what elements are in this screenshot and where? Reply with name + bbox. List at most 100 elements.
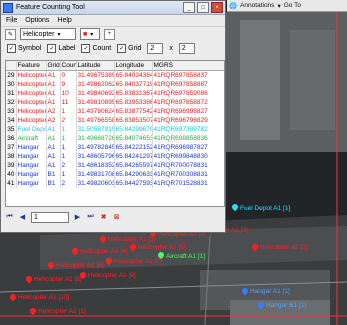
cell-feature: Hangar (16, 170, 47, 179)
row-number: 37 (6, 143, 17, 152)
add-icon[interactable]: + (104, 28, 115, 40)
cell-count: 2 (60, 179, 77, 188)
col-feature[interactable]: Feature (16, 61, 47, 71)
window-title-bar[interactable]: Feature Counting Tool _ □ × (1, 1, 225, 15)
table-navigation: ⏮ ◀ 1 ▶ ⏭ ✖ ⊠ (5, 211, 121, 223)
cell-longitude: 65.84290633 (114, 170, 153, 179)
cell-latitude: 31.49862062 (76, 80, 115, 89)
cell-mgrs: 41RQR697389782 (152, 125, 224, 134)
helicopter-label: Helicopter A1 [1] (108, 236, 156, 243)
cell-mgrs: 41RQR701528831 (152, 179, 224, 188)
color-select[interactable]: ■ ▾ (80, 28, 100, 40)
menu-options[interactable]: Options (25, 17, 49, 24)
cell-mgrs: 41RQR697858887 (152, 80, 224, 89)
table-row[interactable]: 30 Helicopter A1 9 31.49862062 65.84037719 41R… (6, 80, 224, 89)
row-number: 35 (6, 125, 17, 134)
helicopter-label: Helicopter A1 [9] (88, 272, 136, 279)
annotations-button[interactable]: Annotations (240, 2, 274, 9)
menu-file[interactable]: File (6, 17, 17, 24)
first-page-icon[interactable]: ⏮ (5, 213, 14, 222)
helicopter-label: Helicopter A2 [2] (260, 244, 308, 251)
table-row[interactable]: 33 Helicopter A2 1 31.49780624 65.83877542 41R… (6, 107, 224, 116)
feature-select[interactable]: Helicopter ▾ (20, 28, 76, 40)
symbol-checkbox[interactable]: ✓ Symbol (7, 43, 41, 53)
cell-grid: A1 (46, 89, 61, 98)
table-row[interactable]: 35Fuel DepotA1131.5058791565.8429967041R… (6, 125, 224, 134)
table-row[interactable]: 36 Aircraft A1 1 31.49668726 65.84074653 41RQR… (6, 134, 224, 143)
check-icon: ✓ (81, 43, 91, 53)
helicopter-label: Helicopter A1 [6] (56, 262, 104, 269)
row-number: 30 (6, 80, 17, 89)
cell-mgrs: 41RQR698858836 (152, 134, 224, 143)
label-checkbox[interactable]: ✓ Label (47, 43, 75, 53)
grid-checkbox[interactable]: ✓ Grid (117, 43, 141, 53)
maximize-button[interactable]: □ (197, 2, 209, 13)
table-row[interactable]: 40 Hangar B1 1 31.49831708 65.84290633 41RQR70… (6, 170, 224, 179)
marker-icon[interactable]: ✎ (5, 28, 16, 40)
page-input[interactable]: 1 (31, 211, 69, 223)
cell-feature: Helicopter (16, 70, 47, 80)
cell-count: 1 (60, 134, 77, 143)
cell-count: 1 (60, 152, 77, 161)
row-number: 41 (6, 179, 17, 188)
cell-mgrs: 41RQR700078831 (152, 161, 224, 170)
last-page-icon[interactable]: ⏭ (86, 213, 95, 222)
row-number: 31 (6, 89, 17, 98)
clear-all-icon[interactable]: ⊠ (112, 213, 121, 222)
delete-icon[interactable]: ✖ (99, 213, 108, 222)
table-row[interactable]: 39 Hangar A1 2 31.48618352 65.84265597 41RQR70… (6, 161, 224, 170)
row-number: 36 (6, 134, 17, 143)
cell-feature: Hangar (16, 161, 47, 170)
minimize-button[interactable]: _ (183, 2, 195, 13)
row-number: 33 (6, 107, 17, 116)
previous-page-icon[interactable]: ◀ (18, 213, 27, 222)
cell-longitude: 65.84299670 (114, 125, 153, 134)
col-mgrs[interactable]: MGRS (152, 61, 224, 71)
cell-mgrs: 41RQR697858837 (152, 70, 224, 80)
cell-grid: A1 (46, 125, 61, 134)
table-row[interactable]: 31 Helicopter A1 10 31.49840692 65.83831367 41… (6, 89, 224, 98)
cell-grid: A1 (46, 161, 61, 170)
table-row[interactable]: 29 Helicopter A1 0 31.49675389 65.84034384 41R… (6, 70, 224, 80)
col-count[interactable]: Count (60, 61, 77, 71)
cell-grid: A1 (46, 134, 61, 143)
col-longitude[interactable]: Longitude (114, 61, 153, 71)
cell-feature: Helicopter (16, 80, 47, 89)
table-row[interactable]: 34 Helicopter A2 2 31.49766558 65.83853507 41R… (6, 116, 224, 125)
table-row[interactable]: 37 Hangar A1 1 31.49782845 65.84222152 41RQR69… (6, 143, 224, 152)
close-button[interactable]: × (211, 2, 223, 13)
app-icon (3, 2, 13, 13)
cell-latitude: 31.49782845 (76, 143, 115, 152)
next-page-icon[interactable]: ▶ (73, 213, 82, 222)
hangar-label: Hangar A1 [1] (250, 288, 290, 295)
table-row[interactable]: 38 Hangar A1 1 31.48605796 65.84241297 41RQR69… (6, 152, 224, 161)
globe-icon[interactable]: 🌐 (229, 2, 237, 10)
cell-mgrs: 41RQR696998827 (152, 107, 224, 116)
grid-y-input[interactable]: 2 (178, 42, 195, 54)
grid-x-input[interactable]: 2 (147, 42, 164, 54)
chevron-down-icon[interactable]: ▾ (277, 2, 280, 10)
table-header-row: Feature Grid Count Latitude Longitude MG… (6, 61, 224, 71)
feature-table[interactable]: Feature Grid Count Latitude Longitude MG… (5, 60, 225, 207)
count-checkbox[interactable]: ✓ Count (81, 43, 111, 53)
menu-help[interactable]: Help (57, 17, 71, 24)
grid-separator: x (169, 44, 173, 52)
cell-latitude: 31.48605796 (76, 152, 115, 161)
col-latitude[interactable]: Latitude (76, 61, 115, 71)
cell-longitude: 65.84034384 (114, 70, 153, 80)
check-icon: ✓ (47, 43, 57, 53)
cell-count: 1 (60, 170, 77, 179)
cell-grid: A2 (46, 116, 61, 125)
col-grid[interactable]: Grid (46, 61, 61, 71)
feature-select-value: Helicopter (23, 30, 55, 38)
cell-mgrs: 41RQR700308831 (152, 170, 224, 179)
cell-count: 10 (60, 89, 77, 98)
cell-feature: Fuel Depot (16, 125, 47, 134)
table-row[interactable]: 32 Helicopter A1 11 31.49810895 65.83953386 41… (6, 98, 224, 107)
row-number: 29 (6, 70, 17, 80)
table-row[interactable]: 41 Hangar B1 2 31.49820603 65.84427593 41RQR70… (6, 179, 224, 188)
cell-latitude: 31.49675389 (76, 70, 115, 80)
goto-button[interactable]: Go To (284, 2, 301, 9)
check-icon: ✓ (7, 43, 16, 53)
cell-grid: A2 (46, 107, 61, 116)
